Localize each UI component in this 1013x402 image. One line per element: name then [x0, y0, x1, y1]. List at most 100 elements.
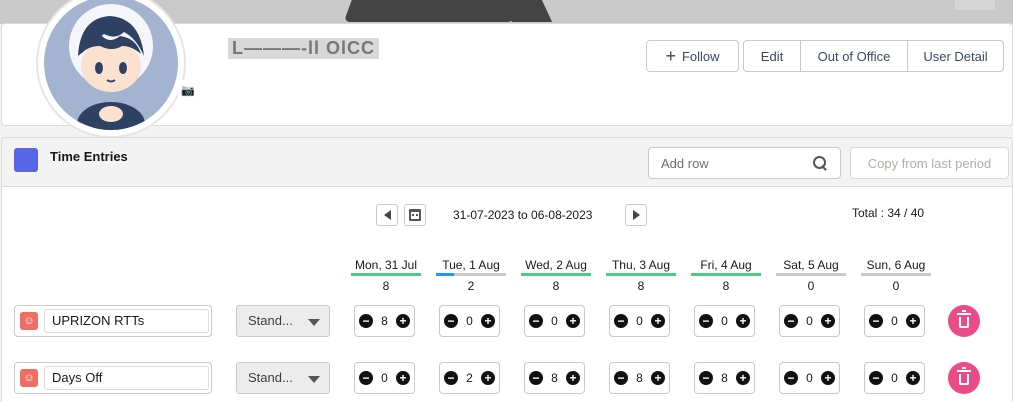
- plus-icon[interactable]: +: [566, 314, 580, 328]
- minus-icon[interactable]: −: [444, 314, 458, 328]
- plus-icon[interactable]: +: [481, 371, 495, 385]
- plus-icon[interactable]: +: [906, 314, 920, 328]
- hours-stepper[interactable]: −0 +: [864, 305, 925, 337]
- hours-value[interactable]: 8: [721, 371, 728, 385]
- minus-icon[interactable]: −: [699, 314, 713, 328]
- day-progress-fill: [521, 273, 591, 276]
- hours-stepper[interactable]: −0 +: [694, 305, 755, 337]
- hours-value[interactable]: 2: [466, 371, 473, 385]
- day-progress-bar: [861, 273, 931, 276]
- plus-icon[interactable]: +: [906, 371, 920, 385]
- add-row-input[interactable]: Add row: [648, 147, 841, 179]
- plus-icon[interactable]: +: [736, 314, 750, 328]
- entry-type-select[interactable]: Stand...: [236, 305, 330, 337]
- project-field[interactable]: ☺ Days Off: [14, 362, 212, 394]
- hours-value[interactable]: 0: [806, 371, 813, 385]
- plus-icon[interactable]: +: [481, 314, 495, 328]
- hours-stepper[interactable]: −8 +: [524, 362, 585, 394]
- minus-icon[interactable]: −: [784, 314, 798, 328]
- calendar-button[interactable]: [404, 204, 426, 226]
- profile-name: L———-ll OlCC: [228, 38, 379, 59]
- hours-value[interactable]: 8: [381, 314, 388, 328]
- hours-stepper[interactable]: −0 +: [354, 362, 415, 394]
- day-hours: 0: [892, 279, 900, 293]
- camera-icon[interactable]: 📷: [178, 80, 198, 100]
- time-entries-card: Time Entries Add row Copy from last peri…: [1, 137, 1013, 402]
- trash-icon: [957, 367, 971, 385]
- day-label: Mon, 31 Jul: [354, 258, 418, 272]
- plus-icon[interactable]: +: [396, 314, 410, 328]
- delete-row-button[interactable]: [948, 305, 980, 337]
- hours-value[interactable]: 0: [891, 314, 898, 328]
- minus-icon[interactable]: −: [359, 314, 373, 328]
- chevron-down-icon: [308, 376, 320, 383]
- day-label: Tue, 1 Aug: [442, 258, 500, 272]
- minus-icon[interactable]: −: [614, 371, 628, 385]
- minus-icon[interactable]: −: [869, 371, 883, 385]
- plus-icon[interactable]: +: [821, 314, 835, 328]
- avatar[interactable]: [36, 0, 186, 138]
- out-of-office-button[interactable]: Out of Office: [800, 40, 908, 72]
- search-icon[interactable]: [812, 155, 828, 171]
- day-header: Fri, 4 Aug 8: [691, 258, 761, 293]
- hours-stepper[interactable]: −0 +: [524, 305, 585, 337]
- day-progress-bar: [436, 273, 506, 276]
- hours-stepper[interactable]: −0 +: [779, 305, 840, 337]
- hours-stepper[interactable]: −8 +: [354, 305, 415, 337]
- plus-icon[interactable]: +: [736, 371, 750, 385]
- hours-value[interactable]: 0: [551, 314, 558, 328]
- day-label: Fri, 4 Aug: [700, 258, 752, 272]
- plus-icon[interactable]: +: [566, 371, 580, 385]
- delete-row-button[interactable]: [948, 362, 980, 394]
- date-range: 31-07-2023 to 06-08-2023: [453, 208, 593, 222]
- hours-value[interactable]: 0: [636, 314, 643, 328]
- hours-value[interactable]: 8: [636, 371, 643, 385]
- hours-value[interactable]: 0: [381, 371, 388, 385]
- plus-icon[interactable]: +: [651, 314, 665, 328]
- previous-period-button[interactable]: [376, 204, 398, 226]
- hours-value[interactable]: 0: [721, 314, 728, 328]
- hours-stepper[interactable]: −0 +: [864, 362, 925, 394]
- time-entries-title: Time Entries: [50, 149, 128, 164]
- minus-icon[interactable]: −: [614, 314, 628, 328]
- minus-icon[interactable]: −: [699, 371, 713, 385]
- plus-icon[interactable]: +: [651, 371, 665, 385]
- day-label: Sat, 5 Aug: [783, 258, 839, 272]
- copy-from-last-period-button[interactable]: Copy from last period: [850, 147, 1009, 179]
- minus-icon[interactable]: −: [529, 314, 543, 328]
- hours-value[interactable]: 8: [551, 371, 558, 385]
- plus-icon[interactable]: +: [396, 371, 410, 385]
- minus-icon[interactable]: −: [869, 314, 883, 328]
- edit-button[interactable]: Edit: [743, 40, 801, 72]
- day-header: Sat, 5 Aug 0: [776, 258, 846, 293]
- user-detail-button[interactable]: User Detail: [907, 40, 1004, 72]
- hours-value[interactable]: 0: [891, 371, 898, 385]
- minus-icon[interactable]: −: [444, 371, 458, 385]
- hours-value[interactable]: 0: [466, 314, 473, 328]
- day-progress-bar: [521, 273, 591, 276]
- minus-icon[interactable]: −: [359, 371, 373, 385]
- day-hours: 8: [382, 279, 390, 293]
- plus-icon: +: [665, 46, 676, 66]
- project-name[interactable]: Days Off: [44, 366, 209, 390]
- follow-button[interactable]: + Follow: [646, 40, 739, 72]
- hours-stepper[interactable]: −0 +: [439, 305, 500, 337]
- hours-stepper[interactable]: −0 +: [779, 362, 840, 394]
- hours-stepper[interactable]: −8 +: [694, 362, 755, 394]
- project-name[interactable]: UPRIZON RTTs: [44, 309, 209, 333]
- day-label: Sun, 6 Aug: [866, 258, 926, 272]
- add-row-placeholder: Add row: [661, 155, 709, 171]
- project-field[interactable]: ☺ UPRIZON RTTs: [14, 305, 212, 337]
- hours-stepper[interactable]: −8 +: [609, 362, 670, 394]
- plus-icon[interactable]: +: [821, 371, 835, 385]
- next-period-button[interactable]: [625, 204, 647, 226]
- day-hours: 0: [807, 279, 815, 293]
- minus-icon[interactable]: −: [784, 371, 798, 385]
- hours-value[interactable]: 0: [806, 314, 813, 328]
- day-label: Thu, 3 Aug: [611, 258, 671, 272]
- avatar-astro-icon: [69, 4, 153, 130]
- entry-type-select[interactable]: Stand...: [236, 362, 330, 394]
- hours-stepper[interactable]: −0 +: [609, 305, 670, 337]
- minus-icon[interactable]: −: [529, 371, 543, 385]
- hours-stepper[interactable]: −2 +: [439, 362, 500, 394]
